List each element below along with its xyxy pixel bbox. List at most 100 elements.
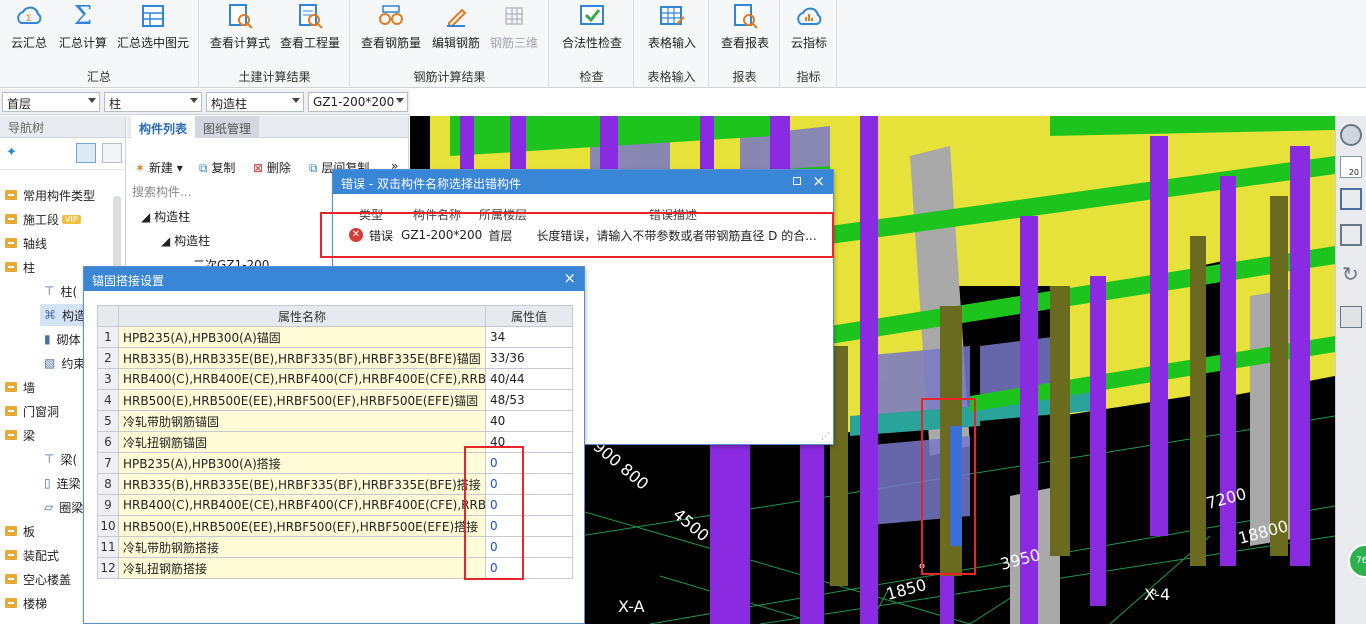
table-row[interactable]: 2 HRB335(B),HRB335E(BE),HRBF335(BF),HRBF3…	[97, 347, 573, 369]
error-highlight-box	[320, 212, 834, 258]
rebar-3d-button[interactable]: 钢筋三维	[487, 0, 541, 66]
list-view-icon[interactable]	[76, 143, 96, 163]
cloud-summary-button[interactable]: Σ 云汇总	[8, 0, 50, 66]
pin-icon[interactable]: ✦	[6, 145, 17, 160]
chevron-down-icon	[396, 98, 404, 103]
beam-icon: ⊤	[44, 452, 55, 466]
folder-icon	[5, 238, 17, 248]
floor-select[interactable]: 首层	[2, 92, 100, 112]
folder-icon	[5, 598, 17, 608]
corner-cell	[97, 305, 119, 327]
table-row[interactable]: 5 冷轧带肋钢筋锚固 40	[97, 410, 573, 432]
edit-rebar-button[interactable]: 编辑钢筋	[429, 0, 483, 66]
ribbon-group-table: 表格输入 表格输入	[635, 0, 709, 88]
delete-button[interactable]: ⊠ 删除	[253, 159, 291, 176]
sparkle-icon: ✶	[135, 161, 146, 175]
nav-item-hollow-slab[interactable]: 空心楼盖	[0, 568, 71, 590]
search-input[interactable]: 搜索构件...	[129, 181, 329, 201]
close-icon[interactable]: ×	[563, 269, 576, 287]
zoom-level[interactable]: 20	[1340, 156, 1362, 178]
box-view-icon[interactable]	[1340, 224, 1362, 246]
category-select[interactable]: 柱	[104, 92, 202, 112]
view-quantity-button[interactable]: 查看工程量	[278, 0, 342, 66]
nav-item-prefab[interactable]: 装配式	[0, 544, 59, 566]
view-formula-button[interactable]: 查看计算式	[208, 0, 272, 66]
ribbon-group-report: 查看报表 报表	[710, 0, 780, 88]
view-cube-icon[interactable]	[1340, 188, 1362, 210]
tab-component-list[interactable]: 构件列表	[131, 116, 196, 138]
tree-node-construct-column-sub[interactable]: ◢ 构造柱	[161, 232, 210, 249]
nav-item-common[interactable]: 常用构件类型	[0, 184, 95, 206]
layers-icon[interactable]	[1340, 306, 1362, 328]
tree-node-construct-column[interactable]: ◢ 构造柱	[141, 208, 190, 225]
nav-item-coupling-beam[interactable]: ▯ 连梁	[44, 472, 81, 494]
selector-bar: 首层 柱 构造柱 GZ1-200*200	[0, 89, 410, 115]
close-icon[interactable]: ×	[812, 172, 825, 190]
report-search-icon	[731, 2, 759, 30]
orbit-icon[interactable]	[1340, 124, 1362, 146]
nav-item-openings[interactable]: 门窗洞	[0, 400, 59, 422]
dimension-label: 4500	[669, 505, 712, 546]
nav-item-column-sub[interactable]: ⊤ 柱(	[44, 280, 77, 302]
maximize-icon[interactable]	[793, 177, 801, 185]
component-select[interactable]: GZ1-200*200	[308, 92, 408, 112]
pencil-icon	[442, 2, 470, 30]
masonry-column-icon: ▮	[44, 332, 51, 346]
column-header-value: 属性值	[485, 305, 573, 327]
collapse-icon: ◢	[141, 210, 151, 224]
folder-icon	[5, 430, 17, 440]
table-edit-icon	[658, 2, 686, 30]
cloud-index-button[interactable]: 云指标	[785, 0, 833, 66]
folder-icon	[5, 574, 17, 584]
nav-item-ring-beam[interactable]: ▱ 圈梁	[44, 496, 83, 518]
nav-item-masonry[interactable]: ▮ 砌体	[44, 328, 81, 350]
delete-icon: ⊠	[253, 161, 264, 175]
nav-item-axis[interactable]: 轴线	[0, 232, 47, 254]
floor-copy-icon: ⧉	[309, 161, 318, 175]
new-button[interactable]: ✶ 新建 ▾	[135, 159, 183, 176]
ribbon-group-check: 合法性检查 检查	[550, 0, 634, 88]
nav-item-constraint[interactable]: ▧ 约束	[44, 352, 85, 374]
type-select[interactable]: 构造柱	[206, 92, 304, 112]
anchorage-dialog-title: 锚固搭接设置 ×	[84, 267, 584, 291]
summary-calc-button[interactable]: Σ 汇总计算	[57, 0, 109, 66]
nav-item-stairs[interactable]: 楼梯	[0, 592, 47, 614]
column-icon: ⊤	[44, 284, 55, 298]
nav-item-wall[interactable]: 墙	[0, 376, 35, 398]
progress-badge[interactable]: 76	[1348, 544, 1366, 578]
nav-item-section[interactable]: 施工段 VIP	[0, 208, 81, 230]
nav-item-slab[interactable]: 板	[0, 520, 35, 542]
coupling-beam-icon: ▯	[44, 476, 51, 490]
copy-button[interactable]: ⧉ 复制	[199, 159, 235, 176]
dimension-label: 900 800	[589, 437, 652, 494]
grid-view-icon[interactable]	[102, 143, 122, 163]
nav-toolbar: ✦	[0, 138, 125, 170]
svg-text:Σ: Σ	[26, 14, 32, 24]
tab-drawing-manage[interactable]: 图纸管理	[195, 116, 260, 138]
cloud-chart-icon	[795, 2, 823, 30]
nav-item-construct-column[interactable]: ⌘ 构造	[40, 304, 86, 326]
view-report-button[interactable]: 查看报表	[716, 0, 774, 66]
nav-item-beam[interactable]: 梁	[0, 424, 35, 446]
constraint-icon: ▧	[44, 356, 56, 370]
checkmark-icon	[578, 2, 606, 30]
chevron-down-icon	[88, 98, 96, 103]
rotate-icon[interactable]: ↻	[1342, 262, 1359, 286]
rebar-3d-icon	[500, 2, 528, 30]
table-row[interactable]: 1 HPB235(A),HPB300(A)锚固 34	[97, 326, 573, 348]
ribbon-group-summary: Σ 云汇总 Σ 汇总计算 汇总选中图元 汇总	[0, 0, 199, 88]
vip-badge: VIP	[62, 214, 81, 224]
ribbon-group-rebar: 查看钢筋量 编辑钢筋 钢筋三维 钢筋计算结果	[351, 0, 549, 88]
table-row[interactable]: 3 HRB400(C),HRB400E(CE),HRBF400(CF),HRBF4…	[97, 368, 573, 390]
folder-icon	[5, 190, 17, 200]
folder-icon	[5, 262, 17, 272]
table-input-button[interactable]: 表格输入	[641, 0, 703, 66]
table-row[interactable]: 4 HRB500(E),HRB500E(EE),HRBF500(EF),HRBF5…	[97, 389, 573, 411]
nav-item-beam-sub[interactable]: ⊤ 梁(	[44, 448, 77, 470]
resize-grip-icon[interactable]: ⋰	[821, 432, 830, 442]
legality-check-button[interactable]: 合法性检查	[558, 0, 626, 66]
summary-selected-button[interactable]: 汇总选中图元	[115, 0, 191, 66]
nav-item-column[interactable]: 柱	[0, 256, 35, 278]
ribbon-toolbar: Σ 云汇总 Σ 汇总计算 汇总选中图元 汇总 查看计算式 查看工程量 土建计算结…	[0, 0, 1366, 88]
view-rebar-button[interactable]: 查看钢筋量	[359, 0, 423, 66]
